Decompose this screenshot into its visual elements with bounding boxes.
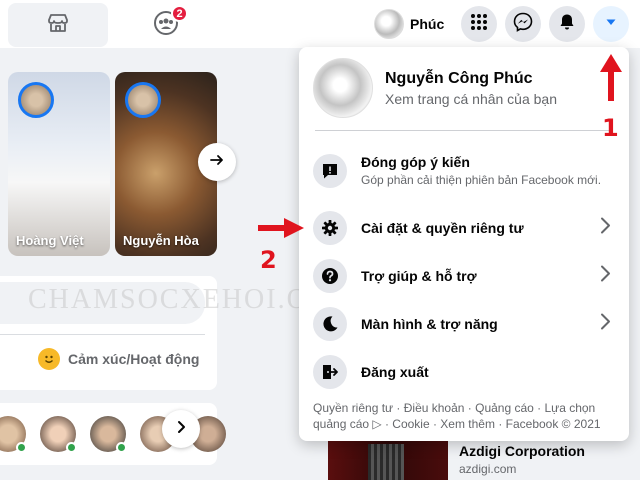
annotation-arrow-right: [258, 218, 304, 238]
annotation-step-2: 2: [260, 246, 277, 274]
annotation-step-1: 1: [602, 114, 619, 142]
annotation-arrow-up: [600, 54, 622, 101]
annotation-overlay: [258, 54, 622, 238]
